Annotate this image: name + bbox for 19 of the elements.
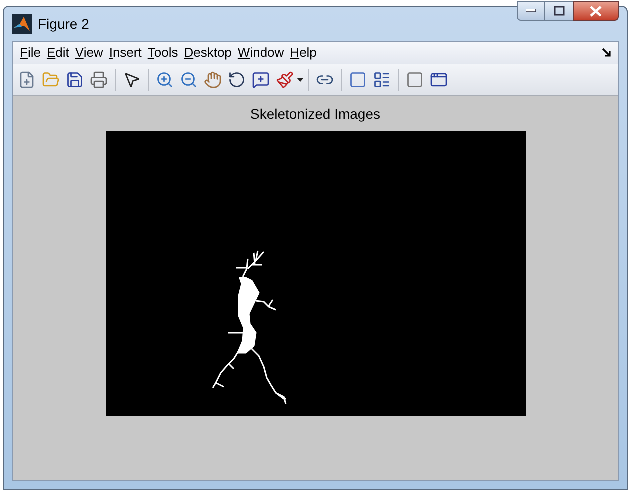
menu-item[interactable]: View <box>72 43 106 63</box>
app-logo-icon <box>12 14 32 34</box>
menu-item[interactable]: File <box>17 43 44 63</box>
menu-item[interactable]: Tools <box>144 43 182 63</box>
dock-arrow-icon <box>602 48 612 58</box>
menu-item[interactable]: Edit <box>44 43 72 63</box>
menu-item[interactable]: Help <box>287 43 320 63</box>
maximize-icon <box>554 6 564 16</box>
close-button[interactable] <box>573 1 619 21</box>
caret-icon[interactable] <box>297 78 304 82</box>
maximize-button[interactable] <box>545 1 573 21</box>
minimize-icon <box>526 9 536 13</box>
minimize-button[interactable] <box>517 1 545 21</box>
menu-item[interactable]: Desktop <box>181 43 235 63</box>
menu-item[interactable]: Insert <box>106 43 145 63</box>
window-title: Figure 2 <box>38 14 90 34</box>
figure-title: Skeletonized Images <box>250 105 380 124</box>
close-icon <box>590 6 602 16</box>
menu-item[interactable]: Window <box>234 43 288 63</box>
